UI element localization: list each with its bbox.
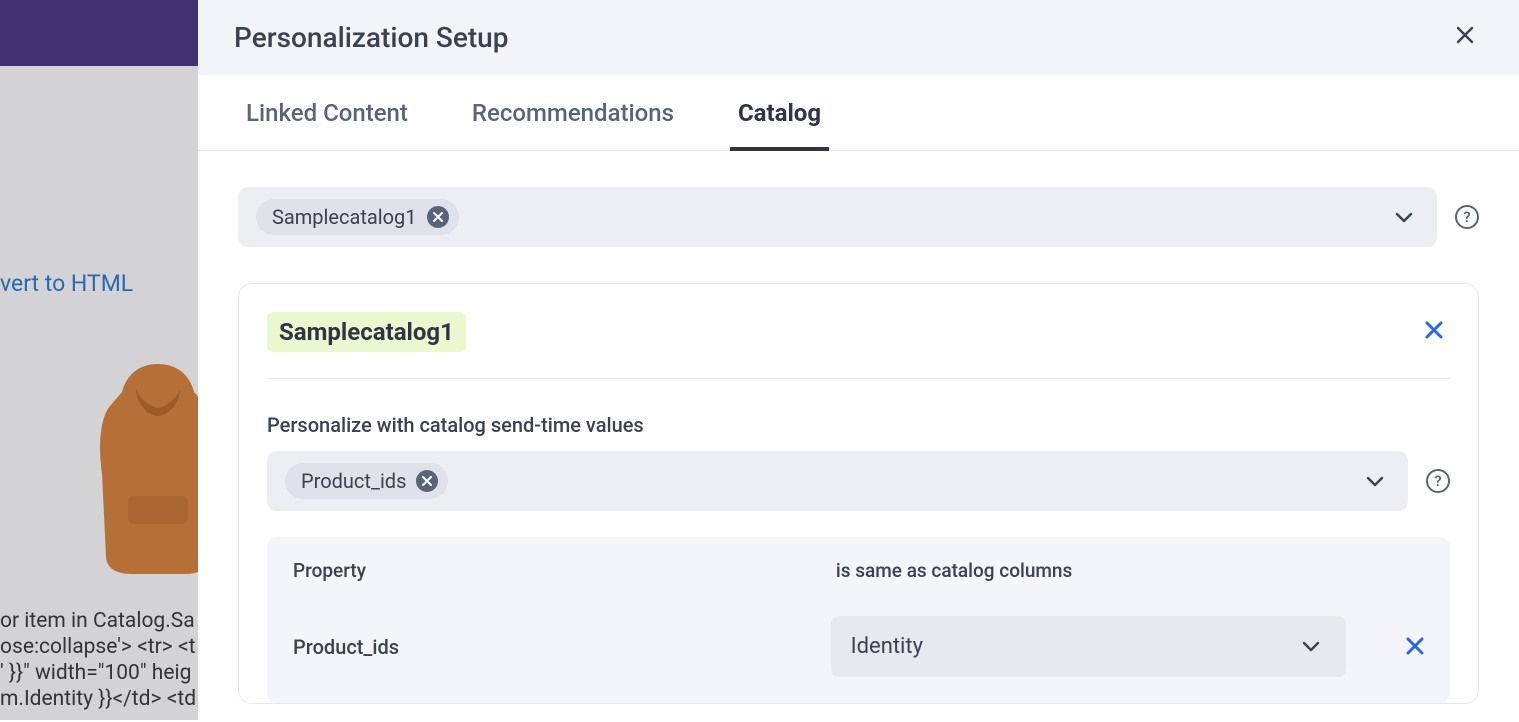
catalog-chip-label: Samplecatalog1 (272, 205, 417, 229)
property-chip-label: Product_ids (301, 469, 406, 493)
close-icon (422, 476, 432, 486)
mapping-row: Product_ids Identity (293, 616, 1424, 677)
panel-header: Personalization Setup (198, 0, 1519, 75)
catalog-card-header: Samplecatalog1 (267, 312, 1450, 379)
tab-linked-content[interactable]: Linked Content (238, 75, 416, 151)
mapping-header-property: Property (293, 559, 836, 582)
tab-recommendations[interactable]: Recommendations (464, 75, 682, 151)
catalog-chip: Samplecatalog1 (256, 199, 459, 235)
catalog-card: Samplecatalog1 Personalize with catalog … (238, 283, 1479, 704)
close-icon (1406, 637, 1424, 655)
catalog-help-button[interactable]: ? (1455, 205, 1479, 229)
catalog-card-title: Samplecatalog1 (267, 312, 466, 352)
remove-catalog-chip-button[interactable] (427, 206, 449, 228)
chevron-down-icon (1389, 207, 1419, 228)
close-icon (1424, 320, 1444, 340)
close-panel-button[interactable] (1447, 18, 1483, 56)
property-select-row: Product_ids ? (267, 451, 1450, 511)
modal-backdrop (0, 0, 198, 720)
tab-bar: Linked Content Recommendations Catalog (198, 75, 1519, 151)
property-help-button[interactable]: ? (1426, 469, 1450, 493)
close-icon (433, 212, 443, 222)
property-multiselect[interactable]: Product_ids (267, 451, 1408, 511)
panel-body: Samplecatalog1 ? Samplecatalog1 Personal (198, 151, 1519, 720)
chevron-down-icon (1296, 636, 1326, 657)
mapping-row-property: Product_ids (293, 635, 831, 659)
remove-mapping-row-button[interactable] (1406, 633, 1424, 661)
mapping-header-catalog: is same as catalog columns (836, 559, 1424, 582)
mapping-headers: Property is same as catalog columns (293, 559, 1424, 582)
mapping-block: Property is same as catalog columns Prod… (267, 537, 1450, 703)
catalog-select-row: Samplecatalog1 ? (238, 187, 1479, 247)
chevron-down-icon (1360, 471, 1390, 492)
catalog-column-value: Identity (851, 634, 923, 659)
personalization-setup-panel: Personalization Setup Linked Content Rec… (198, 0, 1519, 720)
close-icon (1455, 25, 1475, 45)
property-chip: Product_ids (285, 463, 448, 499)
remove-property-chip-button[interactable] (416, 470, 438, 492)
remove-catalog-card-button[interactable] (1418, 317, 1450, 347)
catalog-column-select[interactable]: Identity (831, 616, 1346, 677)
catalog-multiselect[interactable]: Samplecatalog1 (238, 187, 1437, 247)
tab-catalog[interactable]: Catalog (730, 75, 829, 151)
panel-title: Personalization Setup (234, 21, 509, 54)
personalize-section-label: Personalize with catalog send-time value… (267, 413, 1450, 437)
